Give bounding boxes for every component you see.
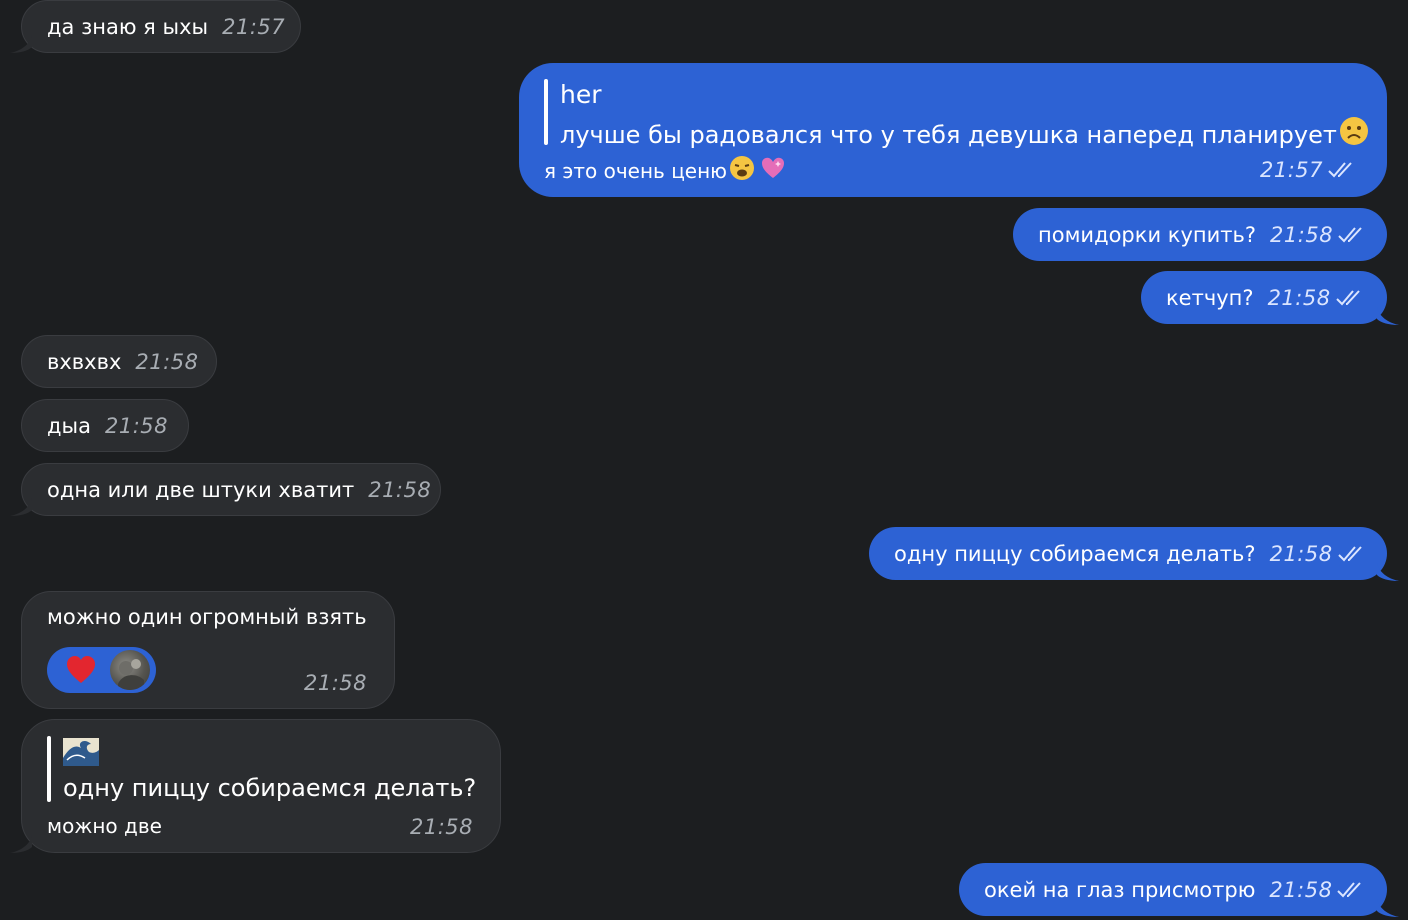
message-text: дыа [47,413,91,438]
message-outgoing[interactable]: кетчуп? 21:58 [1141,271,1399,325]
reaction-pill[interactable] [47,647,156,693]
message-text: кетчуп? [1166,285,1254,310]
reply-preview-text: лучше бы радовался что у тебя девушка на… [560,120,1337,149]
message-text: вхвхвх [47,349,122,374]
message-time: 21:58 [135,349,199,374]
message-time: 21:58 [303,671,367,695]
message-time: 21:58 [1267,285,1331,310]
message-time: 21:58 [409,815,473,839]
double-check-read-icon [1337,544,1369,564]
message-text: окей на глаз присмотрю [984,877,1256,902]
reactor-avatar [110,650,150,690]
message-outgoing[interactable]: помидорки купить? 21:58 [1013,208,1387,261]
message-body: я это очень ценю [544,155,786,187]
bubble-tail [1377,899,1399,917]
chat-message-list[interactable]: да знаю я ыхы 21:57 her лучше бы радовал… [0,0,1408,920]
double-check-read-icon [1327,160,1359,180]
double-check-read-icon [1336,880,1368,900]
message-time: 21:58 [368,477,432,502]
bubble-tail [10,835,32,853]
message-incoming-reply[interactable]: одну пиццу собираемся делать? можно две … [10,719,501,853]
message-incoming-with-reaction[interactable]: можно один огромный взять 21:58 [21,591,395,709]
frowning-face-emoji [1339,116,1369,153]
double-check-read-icon [1335,288,1367,308]
message-text: одна или две штуки хватит [47,477,355,502]
message-meta: 21:57 [1246,157,1359,183]
message-time: 21:58 [1270,222,1334,247]
message-text: одну пиццу собираемся делать? [894,541,1256,566]
reply-author[interactable]: her [560,80,602,110]
message-outgoing[interactable]: одну пиццу собираемся делать? 21:58 [869,527,1399,581]
message-time: 21:57 [1259,158,1323,182]
message-incoming[interactable]: да знаю я ыхы 21:57 [10,0,301,53]
message-incoming[interactable]: вхвхвх 21:58 [21,335,217,388]
bubble-tail [1377,307,1399,325]
message-time: 21:57 [222,14,286,39]
reply-preview[interactable]: лучше бы радовался что у тебя девушка на… [560,116,1369,153]
message-incoming[interactable]: одна или две штуки хватит 21:58 [10,463,441,516]
message-incoming[interactable]: дыа 21:58 [21,399,189,452]
message-text: можно один огромный взять [47,605,367,629]
bubble-tail [10,35,32,53]
reply-quote-bar [47,736,51,802]
message-time: 21:58 [1269,877,1333,902]
message-text: можно две [47,814,162,838]
reply-quote-bar [544,79,548,145]
wave-emoji [63,738,99,772]
bubble-tail [10,498,32,516]
message-outgoing[interactable]: окей на глаз присмотрю 21:58 [959,863,1399,917]
bubble-tail [1377,563,1399,581]
sparkling-heart-emoji [760,155,786,187]
message-text: я это очень ценю [544,159,728,183]
message-outgoing-reply[interactable]: her лучше бы радовался что у тебя девушк… [519,63,1387,197]
reply-preview-text[interactable]: одну пиццу собираемся делать? [63,773,476,803]
message-text: помидорки купить? [1038,222,1257,247]
weary-face-emoji [729,155,755,187]
double-check-read-icon [1337,225,1369,245]
heart-emoji [65,655,97,691]
message-time: 21:58 [104,413,168,438]
message-text: да знаю я ыхы [47,14,209,39]
message-time: 21:58 [1269,541,1333,566]
